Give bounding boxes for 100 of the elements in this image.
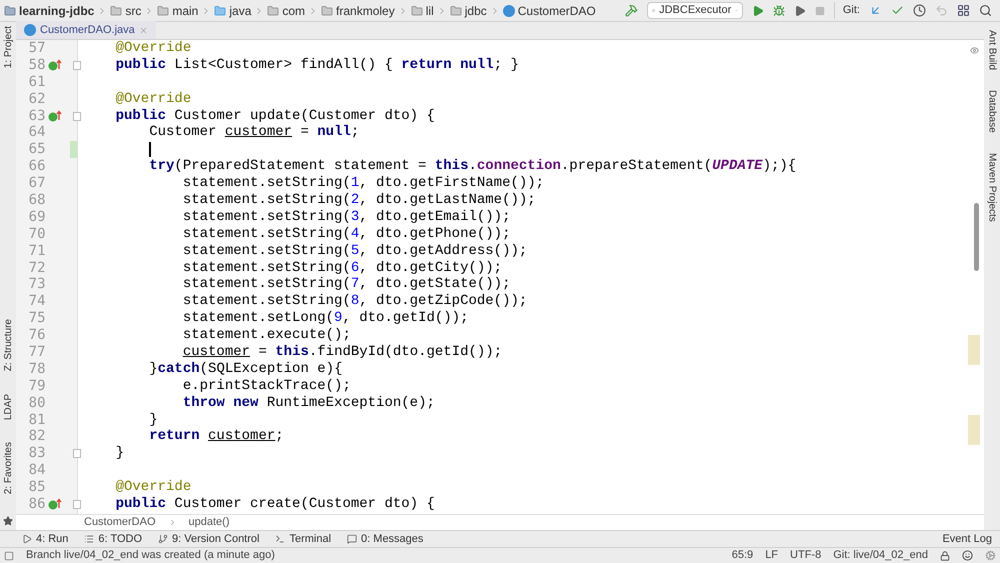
project-structure-icon[interactable] — [957, 4, 970, 17]
tool-window-tab[interactable]: 2: Favorites — [0, 442, 16, 494]
line-number: 66 — [28, 158, 46, 176]
build-icon[interactable] — [624, 4, 638, 17]
tool-window-tab[interactable]: LDAP — [0, 394, 16, 420]
line-number: 83 — [28, 445, 46, 462]
event-log-button[interactable]: Event Log — [942, 530, 992, 548]
inspection-icon[interactable] — [970, 46, 979, 55]
code-line: statement.setString(8, dto.getZipCode()); — [182, 293, 528, 310]
breadcrumb-item[interactable]: lil — [426, 2, 434, 20]
code-line: statement.setString(1, dto.getFirstName()); — [182, 175, 544, 192]
lock-icon[interactable] — [940, 550, 950, 560]
code-line: public Customer update(Customer dto) { — [114, 108, 435, 124]
line-number: 67 — [28, 175, 46, 192]
line-number: 86 — [28, 496, 46, 513]
tool-window-button[interactable]: 6: TODO — [84, 530, 142, 548]
breadcrumb-item[interactable]: java — [229, 2, 252, 20]
tool-window-tab[interactable]: Ant Build — [984, 30, 1000, 70]
override-icon[interactable] — [48, 110, 62, 122]
fold-icon[interactable] — [73, 500, 81, 509]
status-message: Branch live/04_02_end was created (a minute ago) — [26, 548, 276, 563]
line-number: 57 — [28, 40, 46, 57]
tool-window-tab[interactable]: Z: Structure — [0, 319, 16, 372]
breadcrumb-item[interactable]: update() — [188, 514, 230, 531]
stop-icon[interactable] — [814, 6, 825, 16]
tool-window-button[interactable]: 4: Run — [22, 530, 68, 548]
folder-icon — [267, 4, 280, 16]
history-icon[interactable] — [913, 4, 926, 17]
fold-icon[interactable] — [73, 112, 81, 120]
code-line: statement.setString(2, dto.getLastName()); — [182, 192, 536, 209]
terminal-icon — [275, 534, 286, 544]
code-line: return customer; — [148, 428, 284, 446]
git-label: Git: — [834, 2, 860, 19]
breadcrumb-item[interactable]: com — [282, 2, 306, 20]
line-separator[interactable]: LF — [765, 547, 778, 563]
line-number: 65 — [28, 141, 46, 158]
star-icon[interactable] — [3, 516, 13, 526]
breadcrumb-item[interactable]: src — [125, 2, 142, 20]
override-icon[interactable] — [48, 59, 62, 72]
caret-position[interactable]: 65:9 — [732, 547, 754, 563]
bug-icon[interactable] — [772, 4, 785, 16]
line-number: 76 — [28, 327, 46, 344]
tool-window-button[interactable]: 0: Messages — [347, 530, 424, 548]
line-number: 64 — [28, 124, 46, 142]
close-icon[interactable] — [138, 26, 148, 34]
code-line: statement.setString(6, dto.getCity()); — [182, 260, 502, 276]
class-icon — [502, 4, 515, 16]
panel-icon[interactable] — [4, 550, 14, 560]
breadcrumb-item[interactable]: learning-jdbc — [19, 2, 94, 20]
code-line: statement.setString(7, dto.getState()); — [182, 276, 510, 294]
code-line: throw new RuntimeException(e); — [182, 394, 435, 412]
tool-window-button[interactable]: 9: Version Control — [158, 530, 260, 548]
line-number: 75 — [28, 310, 46, 328]
fold-icon[interactable] — [73, 449, 81, 458]
code-line: statement.setLong(9, dto.getId()); — [182, 310, 468, 328]
code-line: }catch(SQLException e){ — [148, 360, 342, 378]
folder-icon — [450, 4, 462, 16]
code-line: @Override — [114, 40, 192, 57]
todo-icon — [84, 534, 94, 544]
line-number: 81 — [28, 412, 46, 428]
breadcrumb-item[interactable]: CustomerDAO — [84, 514, 156, 531]
encoding[interactable]: UTF-8 — [790, 547, 822, 563]
fold-icon[interactable] — [73, 60, 81, 70]
folder-icon — [4, 4, 16, 16]
tool-window-tab[interactable]: 1: Project — [0, 26, 16, 68]
breadcrumb-item[interactable]: CustomerDAO — [518, 2, 596, 20]
tool-window-tab[interactable]: Maven Projects — [984, 152, 1000, 222]
line-number: 78 — [28, 360, 46, 378]
run-config-dropdown[interactable]: JDBCExecutor — [646, 2, 743, 19]
update-icon[interactable] — [869, 4, 882, 17]
gear-icon[interactable] — [985, 550, 996, 561]
search-icon[interactable] — [979, 4, 992, 17]
code-line: } — [114, 445, 124, 462]
code-line: statement.setString(4, dto.getPhone()); — [182, 226, 510, 243]
scrollbar-thumb[interactable] — [974, 203, 979, 271]
code-line: try(PreparedStatement statement = this.connection.prepareStatement(UPDATE);){ — [148, 158, 796, 176]
line-number: 84 — [28, 462, 46, 480]
tool-window-tab[interactable]: Database — [984, 90, 1000, 133]
folder-icon — [157, 4, 170, 16]
line-number: 69 — [28, 208, 46, 226]
code-line: Customer customer = null; — [148, 124, 360, 142]
override-icon[interactable] — [48, 498, 62, 510]
line-number: 73 — [28, 276, 46, 294]
breadcrumb-item[interactable]: main — [172, 2, 198, 20]
code-line: @Override — [114, 90, 192, 108]
editor-tab[interactable]: CustomerDAO.java — [16, 21, 156, 39]
line-number: 68 — [28, 192, 46, 209]
line-number: 79 — [28, 378, 46, 395]
code-line: } — [148, 412, 158, 428]
change-marker[interactable] — [70, 141, 77, 158]
run-icon[interactable] — [752, 4, 764, 16]
class-icon — [24, 24, 36, 36]
breadcrumb-item[interactable]: jdbc — [464, 2, 487, 20]
git-branch[interactable]: Git: live/04_02_end — [833, 547, 928, 563]
breadcrumb-item[interactable]: frankmoley — [336, 2, 395, 20]
code-line: @Override — [114, 479, 192, 496]
revert-icon[interactable] — [935, 4, 948, 17]
code-line: statement.setString(5, dto.getAddress()); — [182, 242, 528, 260]
tool-window-button[interactable]: Terminal — [275, 530, 332, 548]
line-number: 82 — [28, 428, 46, 446]
